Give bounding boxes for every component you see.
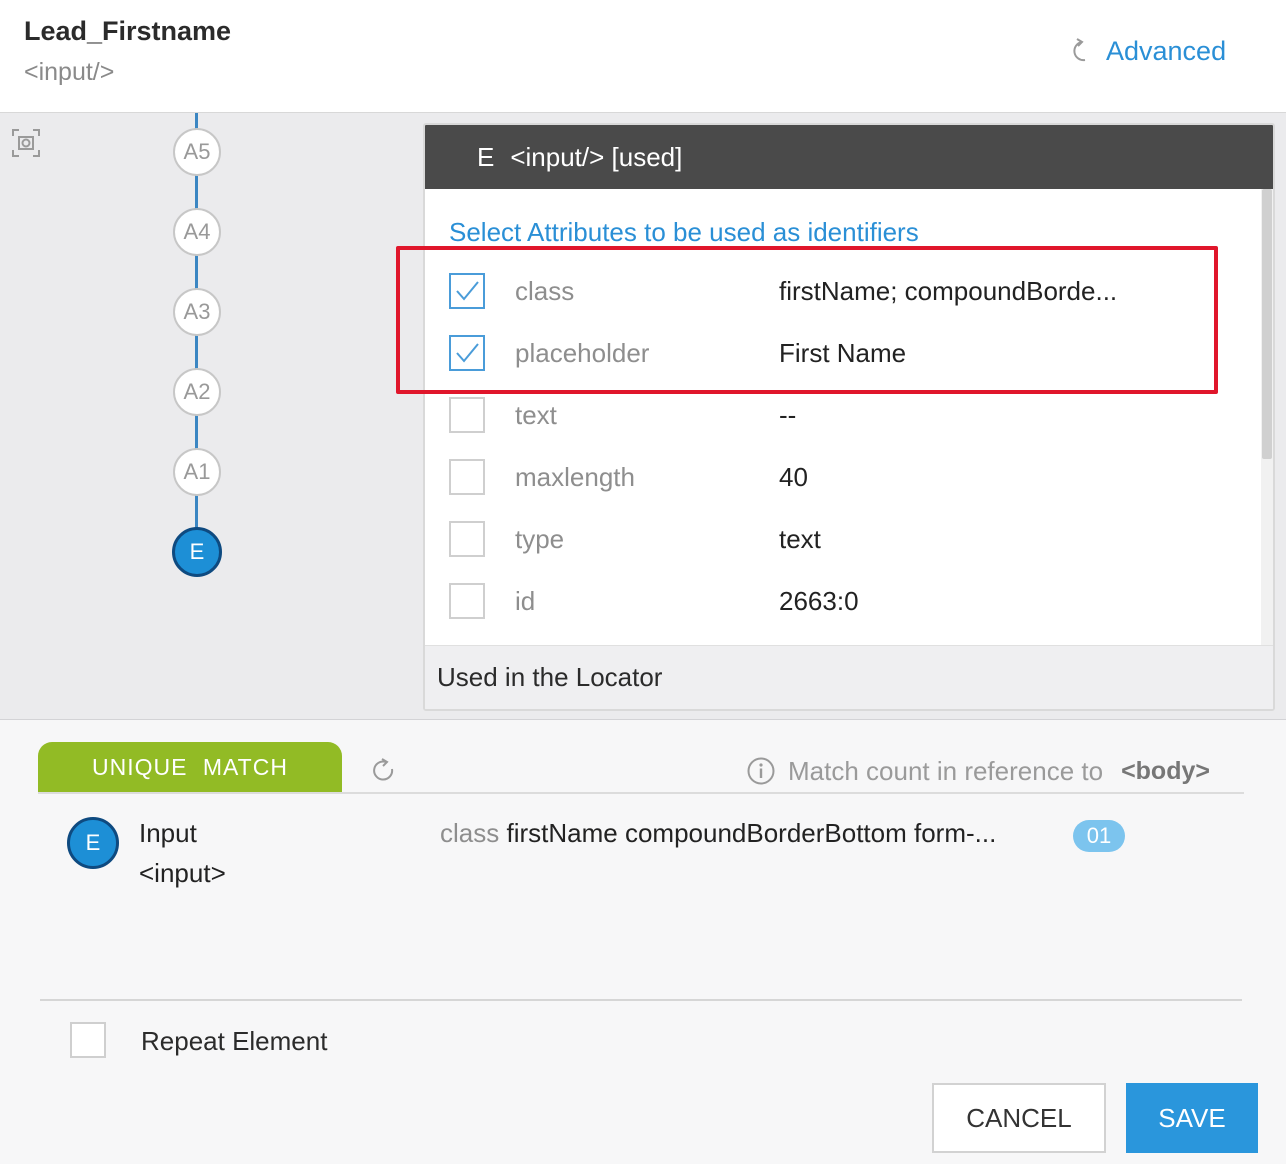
panel-header-text: <input/> [used] bbox=[510, 141, 683, 172]
unique-match-tab[interactable]: UNIQUE MATCH bbox=[38, 742, 342, 792]
dialog-header: Lead_Firstname <input/> Advanced bbox=[0, 0, 1286, 113]
attribute-checkbox-type[interactable] bbox=[449, 521, 485, 557]
tree-node-a5[interactable]: A5 bbox=[173, 128, 221, 176]
attribute-name: id bbox=[515, 585, 536, 616]
checkmark-icon bbox=[456, 343, 479, 363]
match-reference-label: Match count in reference to bbox=[788, 755, 1104, 786]
screenshot-icon[interactable] bbox=[11, 128, 41, 158]
tree-node-a3[interactable]: A3 bbox=[173, 288, 221, 336]
attribute-value: text bbox=[779, 523, 821, 554]
attribute-value: -- bbox=[779, 399, 797, 430]
attribute-name: placeholder bbox=[515, 337, 650, 368]
cancel-button[interactable]: CANCEL bbox=[932, 1083, 1106, 1153]
attribute-checkbox-class[interactable] bbox=[449, 273, 485, 309]
advanced-label: Advanced bbox=[1106, 35, 1227, 66]
attribute-value: firstName; compoundBorde... bbox=[779, 275, 1118, 306]
result-node-icon: E bbox=[67, 817, 119, 869]
reset-arrow-icon bbox=[1073, 38, 1086, 62]
attribute-name: maxlength bbox=[515, 461, 635, 492]
attribute-checkbox-text[interactable] bbox=[449, 397, 485, 433]
bottom-divider bbox=[40, 999, 1242, 1001]
attribute-scrollbar[interactable] bbox=[1261, 189, 1273, 647]
attribute-row-id: id 2663:0 bbox=[449, 581, 1229, 621]
attribute-value: First Name bbox=[779, 337, 907, 368]
attribute-value: 40 bbox=[779, 461, 808, 492]
result-name: Input bbox=[139, 818, 197, 848]
checkmark-icon bbox=[456, 281, 479, 301]
result-attribute: class firstName compoundBorderBottom for… bbox=[440, 818, 996, 849]
attribute-name: text bbox=[515, 399, 557, 430]
select-attributes-label: Select Attributes to be used as identifi… bbox=[449, 217, 919, 247]
repeat-element-checkbox[interactable] bbox=[70, 1022, 106, 1058]
attribute-checkbox-maxlength[interactable] bbox=[449, 459, 485, 495]
attribute-row-maxlength: maxlength 40 bbox=[449, 457, 1229, 497]
attribute-row-type: type text bbox=[449, 519, 1229, 559]
attribute-row-placeholder: placeholder First Name bbox=[449, 333, 1229, 373]
locator-editor: A5 A4 A3 A2 A1 E E <input/> [used] Selec… bbox=[0, 113, 1286, 720]
scrollbar-thumb[interactable] bbox=[1262, 189, 1272, 459]
attribute-value: 2663:0 bbox=[779, 585, 859, 616]
match-reference: Match count in reference to <body> bbox=[746, 754, 1210, 788]
advanced-button[interactable]: Advanced bbox=[1068, 32, 1226, 70]
attribute-checkbox-id[interactable] bbox=[449, 583, 485, 619]
repeat-element-label: Repeat Element bbox=[141, 1026, 328, 1056]
tree-node-a2[interactable]: A2 bbox=[173, 368, 221, 416]
attribute-row-text: text -- bbox=[449, 395, 1229, 435]
result-attribute-key: class bbox=[440, 818, 500, 848]
attributes-panel: E <input/> [used] Select Attributes to b… bbox=[423, 123, 1275, 711]
attribute-row-class: class firstName; compoundBorde... bbox=[449, 271, 1229, 311]
result-attribute-value: firstName compoundBorderBottom form-... bbox=[506, 818, 997, 848]
panel-header-letter: E bbox=[477, 141, 495, 172]
reference-tag[interactable]: <body> bbox=[1121, 757, 1210, 786]
element-tag: <input/> bbox=[24, 58, 115, 86]
tab-divider bbox=[38, 792, 1244, 794]
attribute-list: Select Attributes to be used as identifi… bbox=[425, 189, 1273, 647]
result-tag: <input> bbox=[139, 858, 226, 888]
save-button[interactable]: SAVE bbox=[1126, 1083, 1258, 1153]
tree-node-a4[interactable]: A4 bbox=[173, 208, 221, 256]
refresh-icon[interactable] bbox=[370, 756, 398, 786]
tree-node-a1[interactable]: A1 bbox=[173, 448, 221, 496]
used-in-locator-label: Used in the Locator bbox=[425, 645, 1273, 709]
attribute-name: class bbox=[515, 275, 575, 306]
panel-header: E <input/> [used] bbox=[425, 125, 1273, 189]
element-title: Lead_Firstname bbox=[24, 16, 232, 46]
attribute-checkbox-placeholder[interactable] bbox=[449, 335, 485, 371]
match-count-badge: 01 bbox=[1073, 820, 1125, 852]
info-icon bbox=[747, 757, 775, 785]
tree-node-e[interactable]: E bbox=[172, 527, 222, 577]
attribute-name: type bbox=[515, 523, 565, 554]
